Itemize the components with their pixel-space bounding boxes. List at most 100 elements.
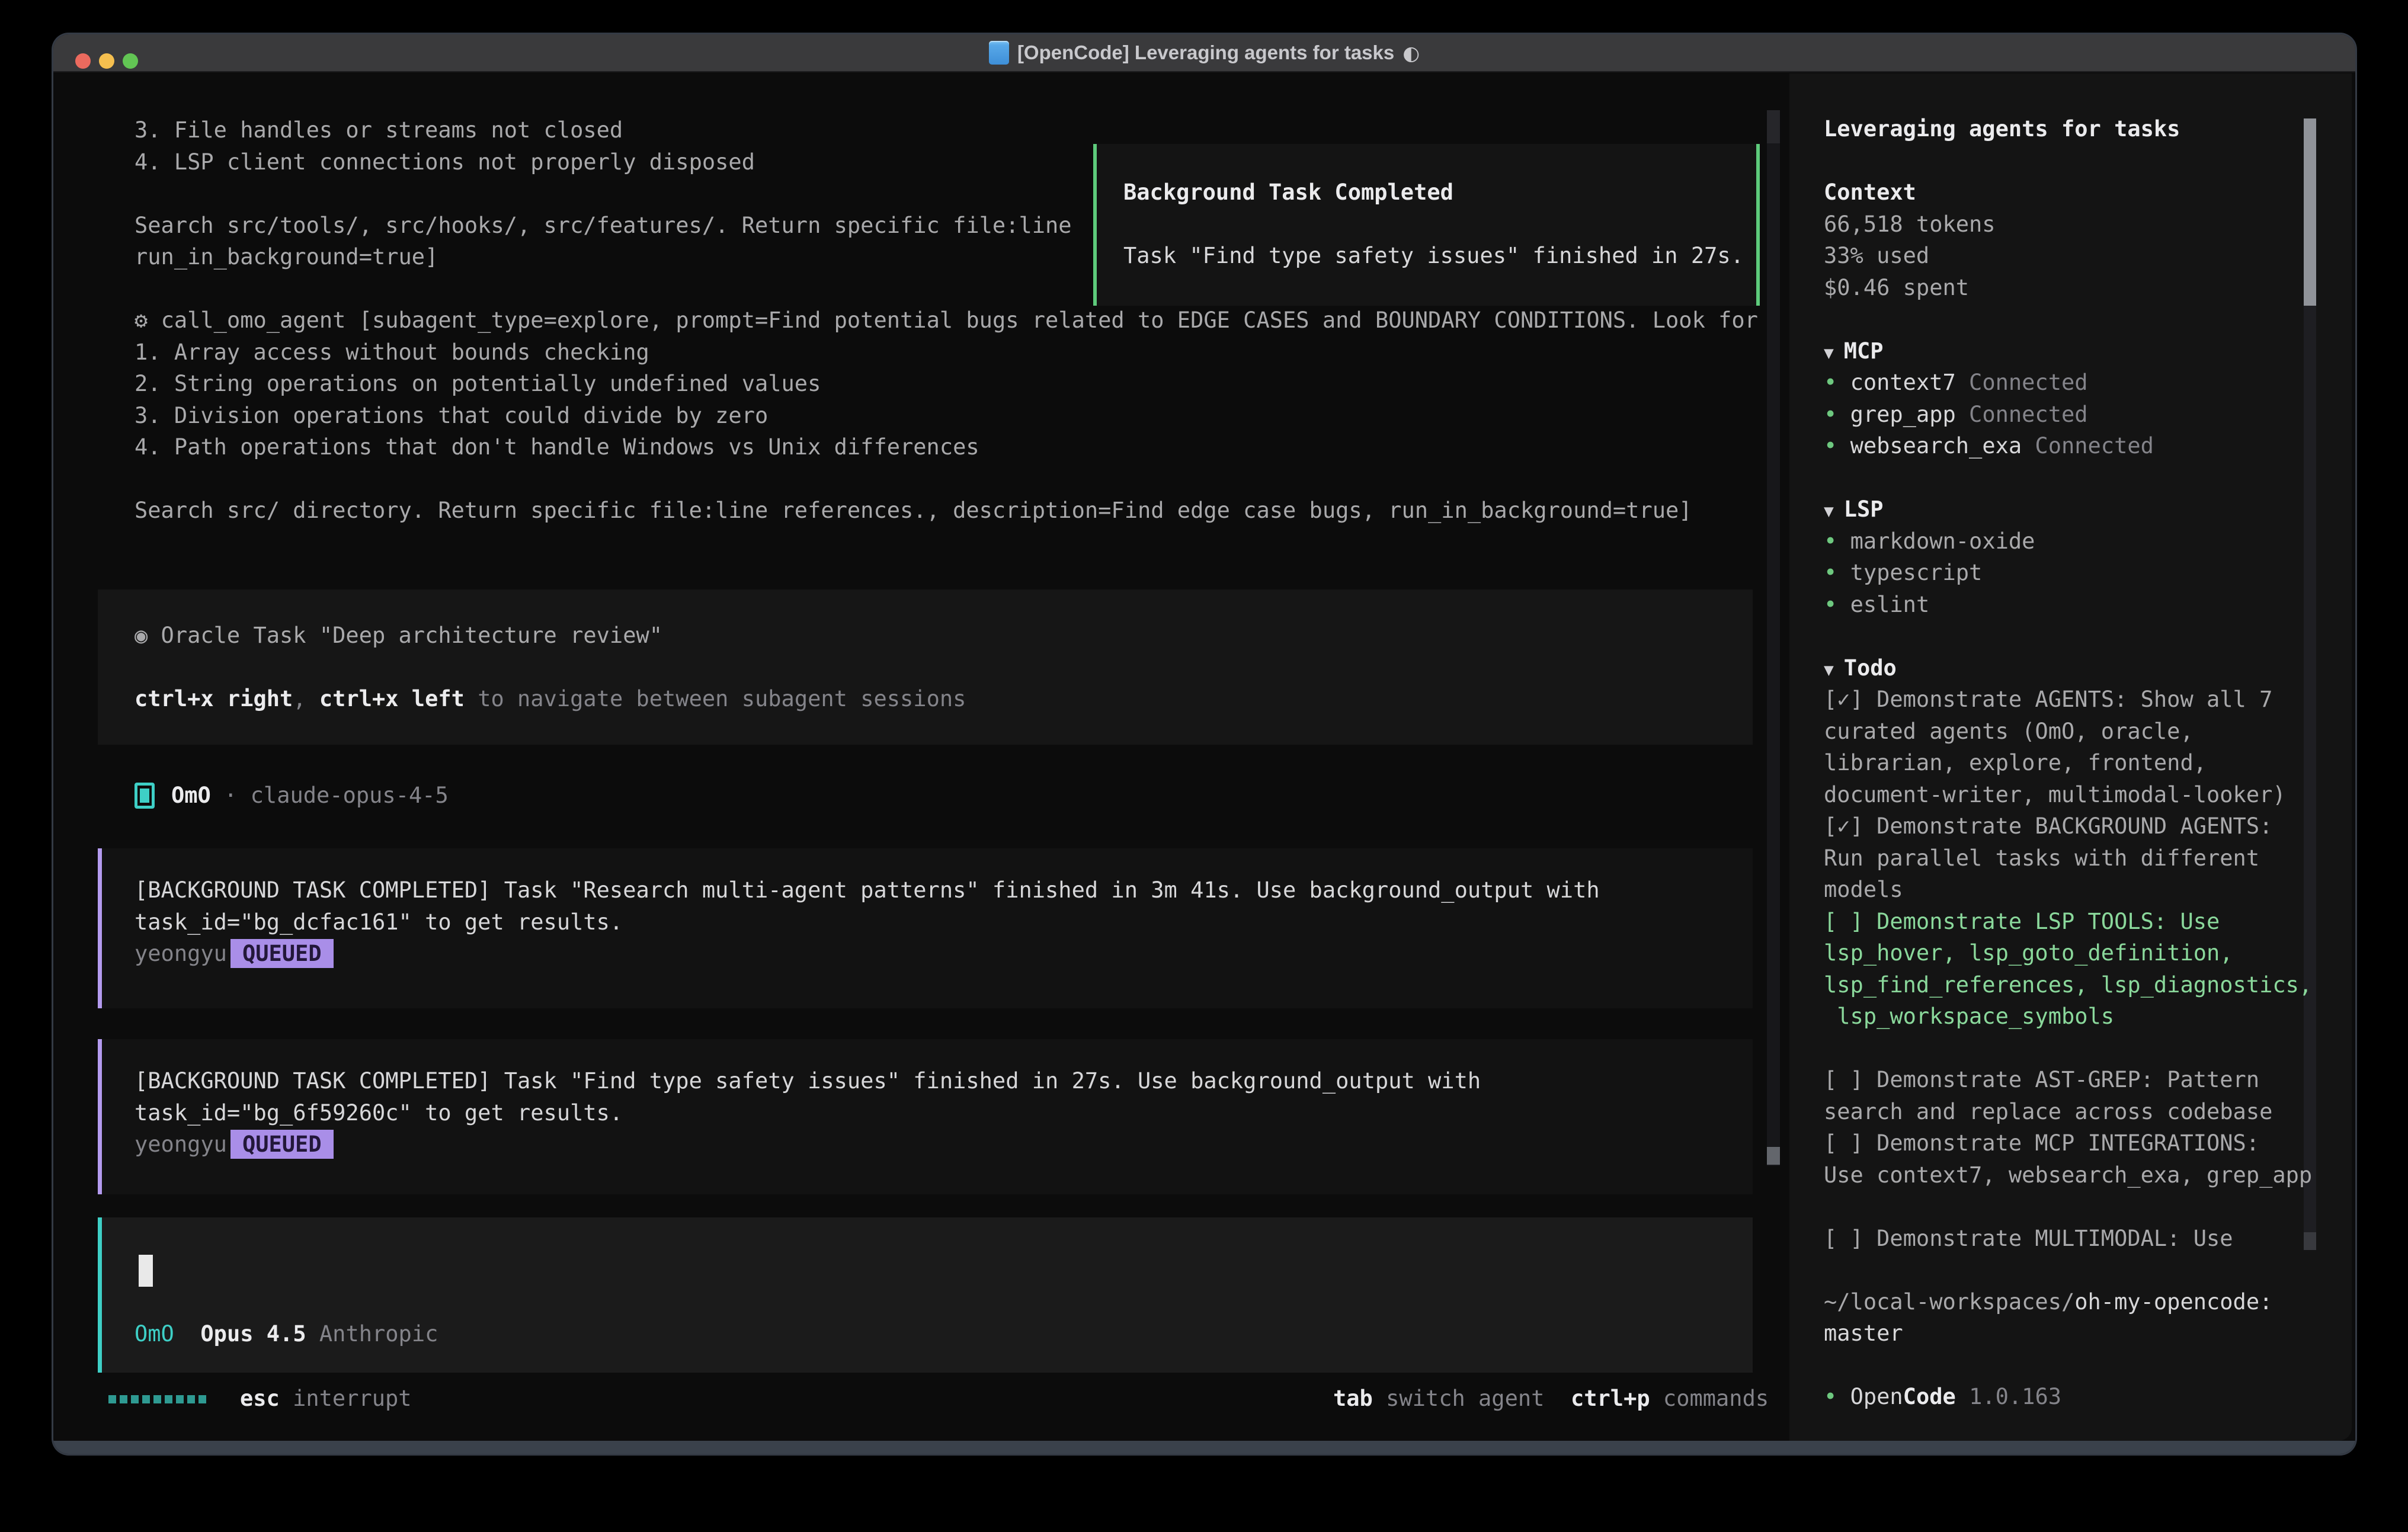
window-bottom-edge <box>53 1441 2355 1454</box>
terminal-line: task_id="bg_dcfac161" to get results. <box>135 906 1753 938</box>
terminal-line: 3. File handles or streams not closed <box>135 114 1753 146</box>
agent-session-label: OmO · claude-opus-4-5 <box>171 780 449 812</box>
terminal-line: [ ] Demonstrate LSP TOOLS: Use <box>1824 906 2355 938</box>
terminal-line: ~/local-workspaces/oh-my-opencode: <box>1824 1286 2355 1318</box>
terminal-line: search and replace across codebase <box>1824 1096 2355 1128</box>
window-title: [OpenCode] Leveraging agents for tasks ◐ <box>989 41 1420 65</box>
terminal-line: ⚙ call_omo_agent [subagent_type=explore,… <box>135 305 1753 336</box>
terminal-line <box>1824 1350 2355 1382</box>
terminal-line: lsp_hover, lsp_goto_definition, <box>1824 937 2355 969</box>
terminal-line: OmO · claude-opus-4-5 <box>171 780 449 812</box>
minimize-button[interactable] <box>99 53 114 69</box>
terminal-line: task_id="bg_6f59260c" to get results. <box>135 1097 1753 1129</box>
model-info-line: OmO Opus 4.5 Anthropic <box>135 1318 438 1350</box>
terminal-line: 33% used <box>1824 240 2355 272</box>
spinner-dot <box>165 1395 172 1403</box>
terminal-line <box>1824 462 2355 494</box>
terminal-line: [✓] Demonstrate BACKGROUND AGENTS: <box>1824 810 2355 842</box>
terminal-line: Run parallel tasks with different <box>1824 842 2355 874</box>
working-spinner-icon <box>108 1395 206 1403</box>
close-button[interactable] <box>75 53 91 69</box>
chat-scrollbar-thumb[interactable] <box>1767 1147 1780 1165</box>
chat-scrollbar-thumb-top[interactable] <box>1767 110 1780 143</box>
sidebar-content: Leveraging agents for tasks Context66,51… <box>1824 113 2355 1413</box>
terminal-line: ▼ Todo <box>1824 652 2355 684</box>
spinner-dot <box>142 1395 150 1403</box>
terminal-line: • eslint <box>1824 589 2355 621</box>
terminal-line: ▼ LSP <box>1824 493 2355 525</box>
terminal-line: 1. Array access without bounds checking <box>135 336 1753 368</box>
terminal-line: 4. Path operations that don't handle Win… <box>135 431 1753 463</box>
terminal-line: curated agents (OmO, oracle, <box>1824 716 2355 748</box>
agent-session-header: OmO · claude-opus-4-5 <box>135 780 449 812</box>
oracle-task-panel: ◉ Oracle Task "Deep architecture review"… <box>98 589 1753 745</box>
terminal-line <box>135 652 1753 684</box>
terminal-line: tab switch agent ctrl+p commands <box>1333 1383 1769 1415</box>
terminal-window: [OpenCode] Leveraging agents for tasks ◐… <box>53 34 2355 1454</box>
terminal-line <box>1824 620 2355 652</box>
text-cursor <box>139 1255 153 1287</box>
omo-agent-icon <box>135 783 155 809</box>
status-badge: QUEUED <box>230 1130 334 1159</box>
terminal-line: 3. Division operations that could divide… <box>135 400 1753 432</box>
interrupt-hint: esc interrupt <box>240 1383 412 1415</box>
terminal-line: [ ] Demonstrate MCP INTEGRATIONS: <box>1824 1127 2355 1159</box>
terminal-line: • OpenCode 1.0.163 <box>1824 1381 2355 1413</box>
terminal-line: • grep_app Connected <box>1824 399 2355 431</box>
spinner-dot <box>131 1395 139 1403</box>
terminal-line: esc interrupt <box>240 1383 412 1415</box>
terminal-line <box>1123 209 1756 241</box>
terminal-line: [BACKGROUND TASK COMPLETED] Task "Find t… <box>135 1065 1753 1097</box>
chat-scrollbar-track[interactable] <box>1767 110 1780 1166</box>
background-task-toast[interactable]: Background Task Completed Task "Find typ… <box>1093 144 1760 306</box>
terminal-line: yeongyuQUEUED <box>135 938 1753 970</box>
zoom-button[interactable] <box>123 53 138 69</box>
terminal-line: lsp_workspace_symbols <box>1824 1001 2355 1033</box>
spinner-dot <box>153 1395 161 1403</box>
busy-indicator-icon: ◐ <box>1402 41 1420 65</box>
statusbar-right: tab switch agent ctrl+p commands <box>1333 1383 1769 1415</box>
terminal-line: 2. String operations on potentially unde… <box>135 368 1753 400</box>
terminal-line: master <box>1824 1318 2355 1350</box>
terminal-line: lsp_find_references, lsp_diagnostics, <box>1824 969 2355 1001</box>
terminal-line <box>1824 145 2355 177</box>
terminal-line: ◉ Oracle Task "Deep architecture review" <box>135 620 1753 652</box>
terminal-line: yeongyuQUEUED <box>135 1129 1753 1161</box>
terminal-line: $0.46 spent <box>1824 272 2355 304</box>
background-task-message-1: [BACKGROUND TASK COMPLETED] Task "Resear… <box>98 848 1753 1008</box>
terminal-line: [ ] Demonstrate AST-GREP: Pattern <box>1824 1064 2355 1096</box>
spinner-dot <box>108 1395 116 1403</box>
terminal-line: Use context7, websearch_exa, grep_app <box>1824 1159 2355 1191</box>
window-title-text: [OpenCode] Leveraging agents for tasks <box>1017 41 1394 64</box>
terminal-line <box>1824 303 2355 335</box>
titlebar[interactable]: [OpenCode] Leveraging agents for tasks ◐ <box>53 34 2355 72</box>
prompt-input[interactable]: OmO Opus 4.5 Anthropic <box>98 1217 1753 1373</box>
terminal-line: 66,518 tokens <box>1824 209 2355 241</box>
spinner-dot <box>198 1395 206 1403</box>
terminal-line: [BACKGROUND TASK COMPLETED] Task "Resear… <box>135 874 1753 906</box>
terminal-line: • typescript <box>1824 557 2355 589</box>
terminal-line: • markdown-oxide <box>1824 525 2355 557</box>
terminal-line: Context <box>1824 177 2355 209</box>
terminal-line: document-writer, multimodal-looker) <box>1824 779 2355 811</box>
document-icon <box>989 41 1009 65</box>
terminal-line: [ ] Demonstrate MULTIMODAL: Use <box>1824 1223 2355 1255</box>
spinner-dot <box>187 1395 195 1403</box>
terminal-line: librarian, explore, frontend, <box>1824 747 2355 779</box>
terminal-line <box>135 463 1753 495</box>
background-task-message-2: [BACKGROUND TASK COMPLETED] Task "Find t… <box>98 1039 1753 1194</box>
terminal-line: [✓] Demonstrate AGENTS: Show all 7 <box>1824 684 2355 716</box>
terminal-line <box>1824 1254 2355 1286</box>
terminal-line: Leveraging agents for tasks <box>1824 113 2355 145</box>
terminal-line: Task "Find type safety issues" finished … <box>1123 240 1756 272</box>
terminal-line: • websearch_exa Connected <box>1824 430 2355 462</box>
terminal-line: ctrl+x right, ctrl+x left to navigate be… <box>135 683 1753 715</box>
status-badge: QUEUED <box>230 939 334 968</box>
terminal-line: OmO Opus 4.5 Anthropic <box>135 1318 438 1350</box>
statusbar-left: esc interrupt <box>108 1383 412 1415</box>
spinner-dot <box>176 1395 184 1403</box>
window-controls <box>75 53 138 69</box>
terminal-line: ▼ MCP <box>1824 335 2355 367</box>
terminal-line: models <box>1824 874 2355 906</box>
terminal-line <box>1824 1191 2355 1223</box>
